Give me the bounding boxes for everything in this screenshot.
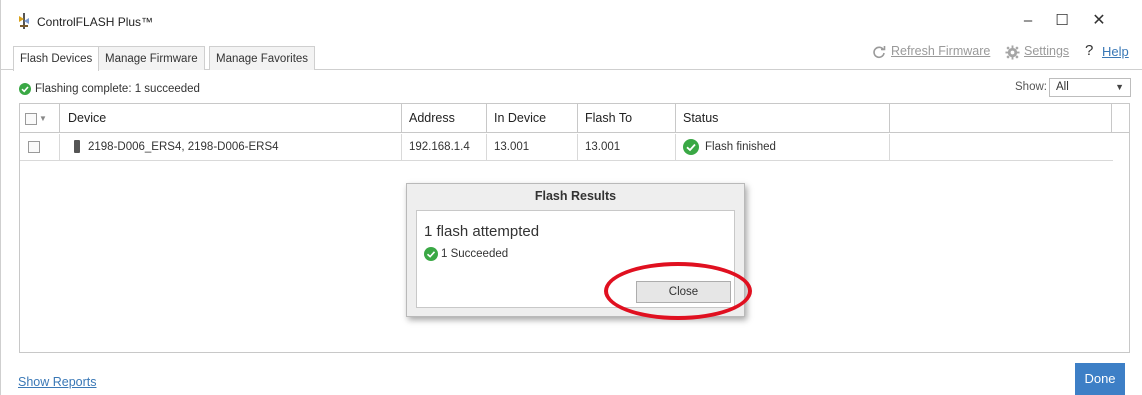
dialog-title: Flash Results [534,189,617,203]
select-all-checkbox[interactable] [25,112,37,125]
title-bar: ControlFLASH Plus™ – ☐ ✕ [1,0,1142,40]
refresh-firmware-link[interactable]: Refresh Firmware [891,44,990,58]
app-window: ControlFLASH Plus™ – ☐ ✕ Flash Devices M… [0,0,1142,395]
table-row[interactable]: 2198-D006_ERS4, 2198-D006-ERS4 192.168.1… [20,134,1113,161]
select-menu-icon[interactable]: ▼ [39,104,47,133]
show-filter-value: All [1056,81,1069,93]
tab-manage-favorites[interactable]: Manage Favorites [209,46,316,70]
address-cell: 192.168.1.4 [402,134,487,161]
settings-link[interactable]: Settings [1024,44,1069,58]
drive-device-icon [74,140,80,154]
device-name: 2198-D006_ERS4, 2198-D006-ERS4 [88,141,279,153]
done-button[interactable]: Done [1075,363,1125,395]
check-circle-icon [424,247,438,261]
flash-status-text: Flashing complete: 1 succeeded [35,83,200,95]
help-link[interactable]: Help [1102,44,1129,59]
gear-icon[interactable] [1005,45,1020,60]
refresh-icon[interactable] [872,45,886,59]
in-device-cell: 13.001 [487,134,578,161]
show-filter-select[interactable]: All ▼ [1049,78,1131,97]
show-reports-link[interactable]: Show Reports [18,375,97,389]
app-logo-icon [19,13,29,29]
flash-results-dialog: Flash Results 1 flash attempted 1 Succee… [406,183,745,317]
window-title: ControlFLASH Plus™ [37,15,154,29]
tab-flash-devices[interactable]: Flash Devices [13,46,100,71]
succeeded-summary: 1 Succeeded [424,247,508,261]
extra-cell [890,134,1112,161]
column-header-status[interactable]: Status [676,104,890,133]
show-filter-label: Show: [1015,81,1047,93]
row-checkbox[interactable] [28,140,40,153]
close-button[interactable]: Close [636,281,731,303]
maximize-button[interactable]: ☐ [1047,10,1077,32]
flash-attempted-text: 1 flash attempted [424,223,540,240]
select-all-header[interactable]: ▼ [20,104,60,133]
check-circle-icon [683,138,699,155]
row-checkbox-cell[interactable] [20,134,60,161]
status-cell: Flash finished [676,134,890,161]
chevron-down-icon: ▼ [1115,82,1124,92]
column-header-device[interactable]: Device [60,104,402,133]
status-text: Flash finished [705,141,776,153]
flash-to-cell: 13.001 [578,134,676,161]
device-cell: 2198-D006_ERS4, 2198-D006-ERS4 [60,134,402,161]
column-header-in-device[interactable]: In Device [487,104,578,133]
tab-manage-firmware[interactable]: Manage Firmware [98,46,205,70]
flash-status: Flashing complete: 1 succeeded [19,81,200,97]
table-header: ▼ Device Address In Device Flash To Stat… [20,104,1129,133]
column-header-address[interactable]: Address [402,104,487,133]
close-window-button[interactable]: ✕ [1084,10,1114,32]
column-header-blank [890,104,1112,133]
help-icon[interactable]: ? [1085,42,1093,59]
check-circle-icon [19,82,31,95]
dialog-body: 1 flash attempted 1 Succeeded Close [416,210,735,308]
succeeded-text: 1 Succeeded [441,248,509,261]
minimize-button[interactable]: – [1013,10,1043,32]
column-header-flash-to[interactable]: Flash To [578,104,676,133]
